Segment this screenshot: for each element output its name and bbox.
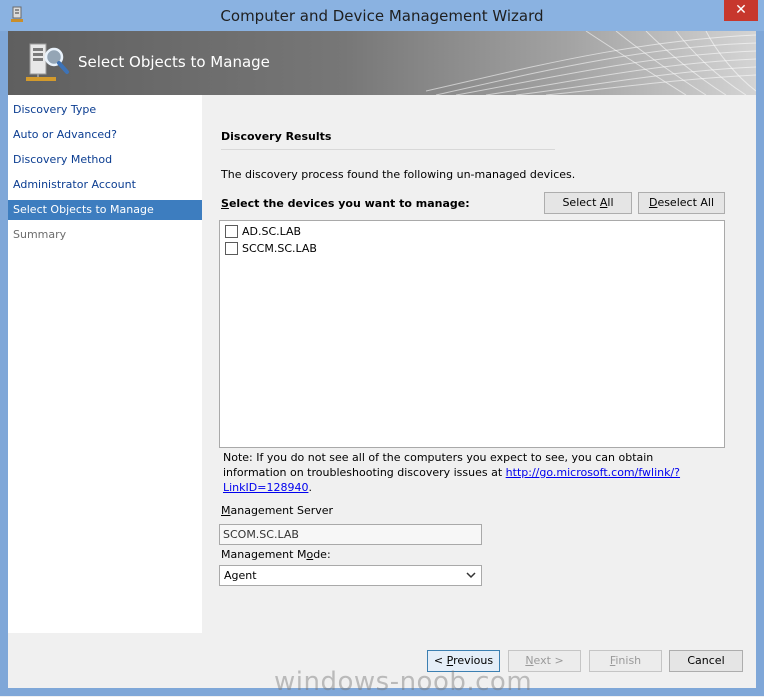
deselect-all-button[interactable]: Deselect All — [638, 192, 725, 214]
list-item[interactable]: AD.SC.LAB — [225, 224, 301, 240]
select-devices-label-accel: S — [221, 197, 229, 210]
management-server-label: Management Server — [221, 504, 333, 517]
previous-label-pre: < — [433, 654, 447, 667]
device-name: AD.SC.LAB — [242, 225, 302, 238]
close-icon: ✕ — [735, 2, 747, 18]
management-mode-value: Agent — [224, 569, 257, 582]
section-title: Discovery Results — [221, 130, 332, 143]
window-title: Computer and Device Management Wizard — [220, 7, 544, 25]
wizard-header: Select Objects to Manage — [8, 31, 756, 95]
watermark-text: windows-noob.com — [274, 667, 533, 697]
select-devices-label-text: elect the devices you want to manage: — [228, 197, 470, 210]
select-all-label-pre: Select — [562, 196, 600, 209]
nav-item-auto-or-advanced[interactable]: Auto or Advanced? — [8, 125, 202, 145]
server-search-icon — [26, 43, 69, 81]
previous-label-post: revious — [453, 654, 494, 667]
management-mode-label-pre: Management M — [221, 548, 307, 561]
header-decoration — [426, 31, 756, 95]
wizard-steps-nav: Discovery Type Auto or Advanced? Discove… — [8, 95, 202, 633]
finish-button: Finish — [589, 650, 662, 672]
list-item[interactable]: SCCM.SC.LAB — [225, 241, 317, 257]
close-button[interactable]: ✕ — [724, 0, 758, 21]
section-divider — [221, 149, 555, 150]
header-title: Select Objects to Manage — [78, 53, 270, 71]
nav-item-select-objects[interactable]: Select Objects to Manage — [8, 200, 202, 220]
wizard-button-bar: < Previous Next > Finish Cancel windows-… — [8, 633, 756, 697]
next-label-post: ext > — [533, 654, 564, 667]
nav-item-administrator-account[interactable]: Administrator Account — [8, 175, 202, 195]
select-all-label-post: ll — [607, 196, 614, 209]
wizard-window: Computer and Device Management Wizard ✕ … — [0, 0, 764, 697]
management-mode-select[interactable]: Agent — [219, 565, 482, 586]
cancel-button[interactable]: Cancel — [669, 650, 743, 672]
deselect-all-label-post: eselect All — [657, 196, 715, 209]
nav-item-discovery-method[interactable]: Discovery Method — [8, 150, 202, 170]
nav-item-summary: Summary — [13, 228, 67, 241]
management-server-field[interactable]: SCOM.SC.LAB — [219, 524, 482, 545]
chevron-down-icon — [466, 572, 476, 579]
discovery-description: The discovery process found the followin… — [221, 168, 576, 181]
note-end: . — [308, 481, 312, 494]
title-bar[interactable]: Computer and Device Management Wizard ✕ — [0, 0, 764, 31]
management-server-label-accel: M — [221, 504, 231, 517]
device-checkbox[interactable] — [225, 225, 238, 238]
nav-item-discovery-type[interactable]: Discovery Type — [8, 100, 202, 120]
management-server-label-text: anagement Server — [230, 504, 334, 517]
device-name: SCCM.SC.LAB — [242, 242, 317, 255]
management-mode-label-post: de: — [313, 548, 331, 561]
finish-label-post: inish — [615, 654, 642, 667]
wizard-content: Discovery Results The discovery process … — [202, 95, 756, 633]
select-all-button[interactable]: Select All — [544, 192, 632, 214]
management-mode-label: Management Mode: — [221, 548, 331, 561]
select-devices-label: Select the devices you want to manage: — [221, 197, 470, 210]
discovery-note: Note: If you do not see all of the compu… — [223, 450, 683, 495]
next-label-accel: N — [525, 654, 534, 667]
device-list[interactable]: AD.SC.LAB SCCM.SC.LAB — [219, 220, 725, 448]
device-checkbox[interactable] — [225, 242, 238, 255]
